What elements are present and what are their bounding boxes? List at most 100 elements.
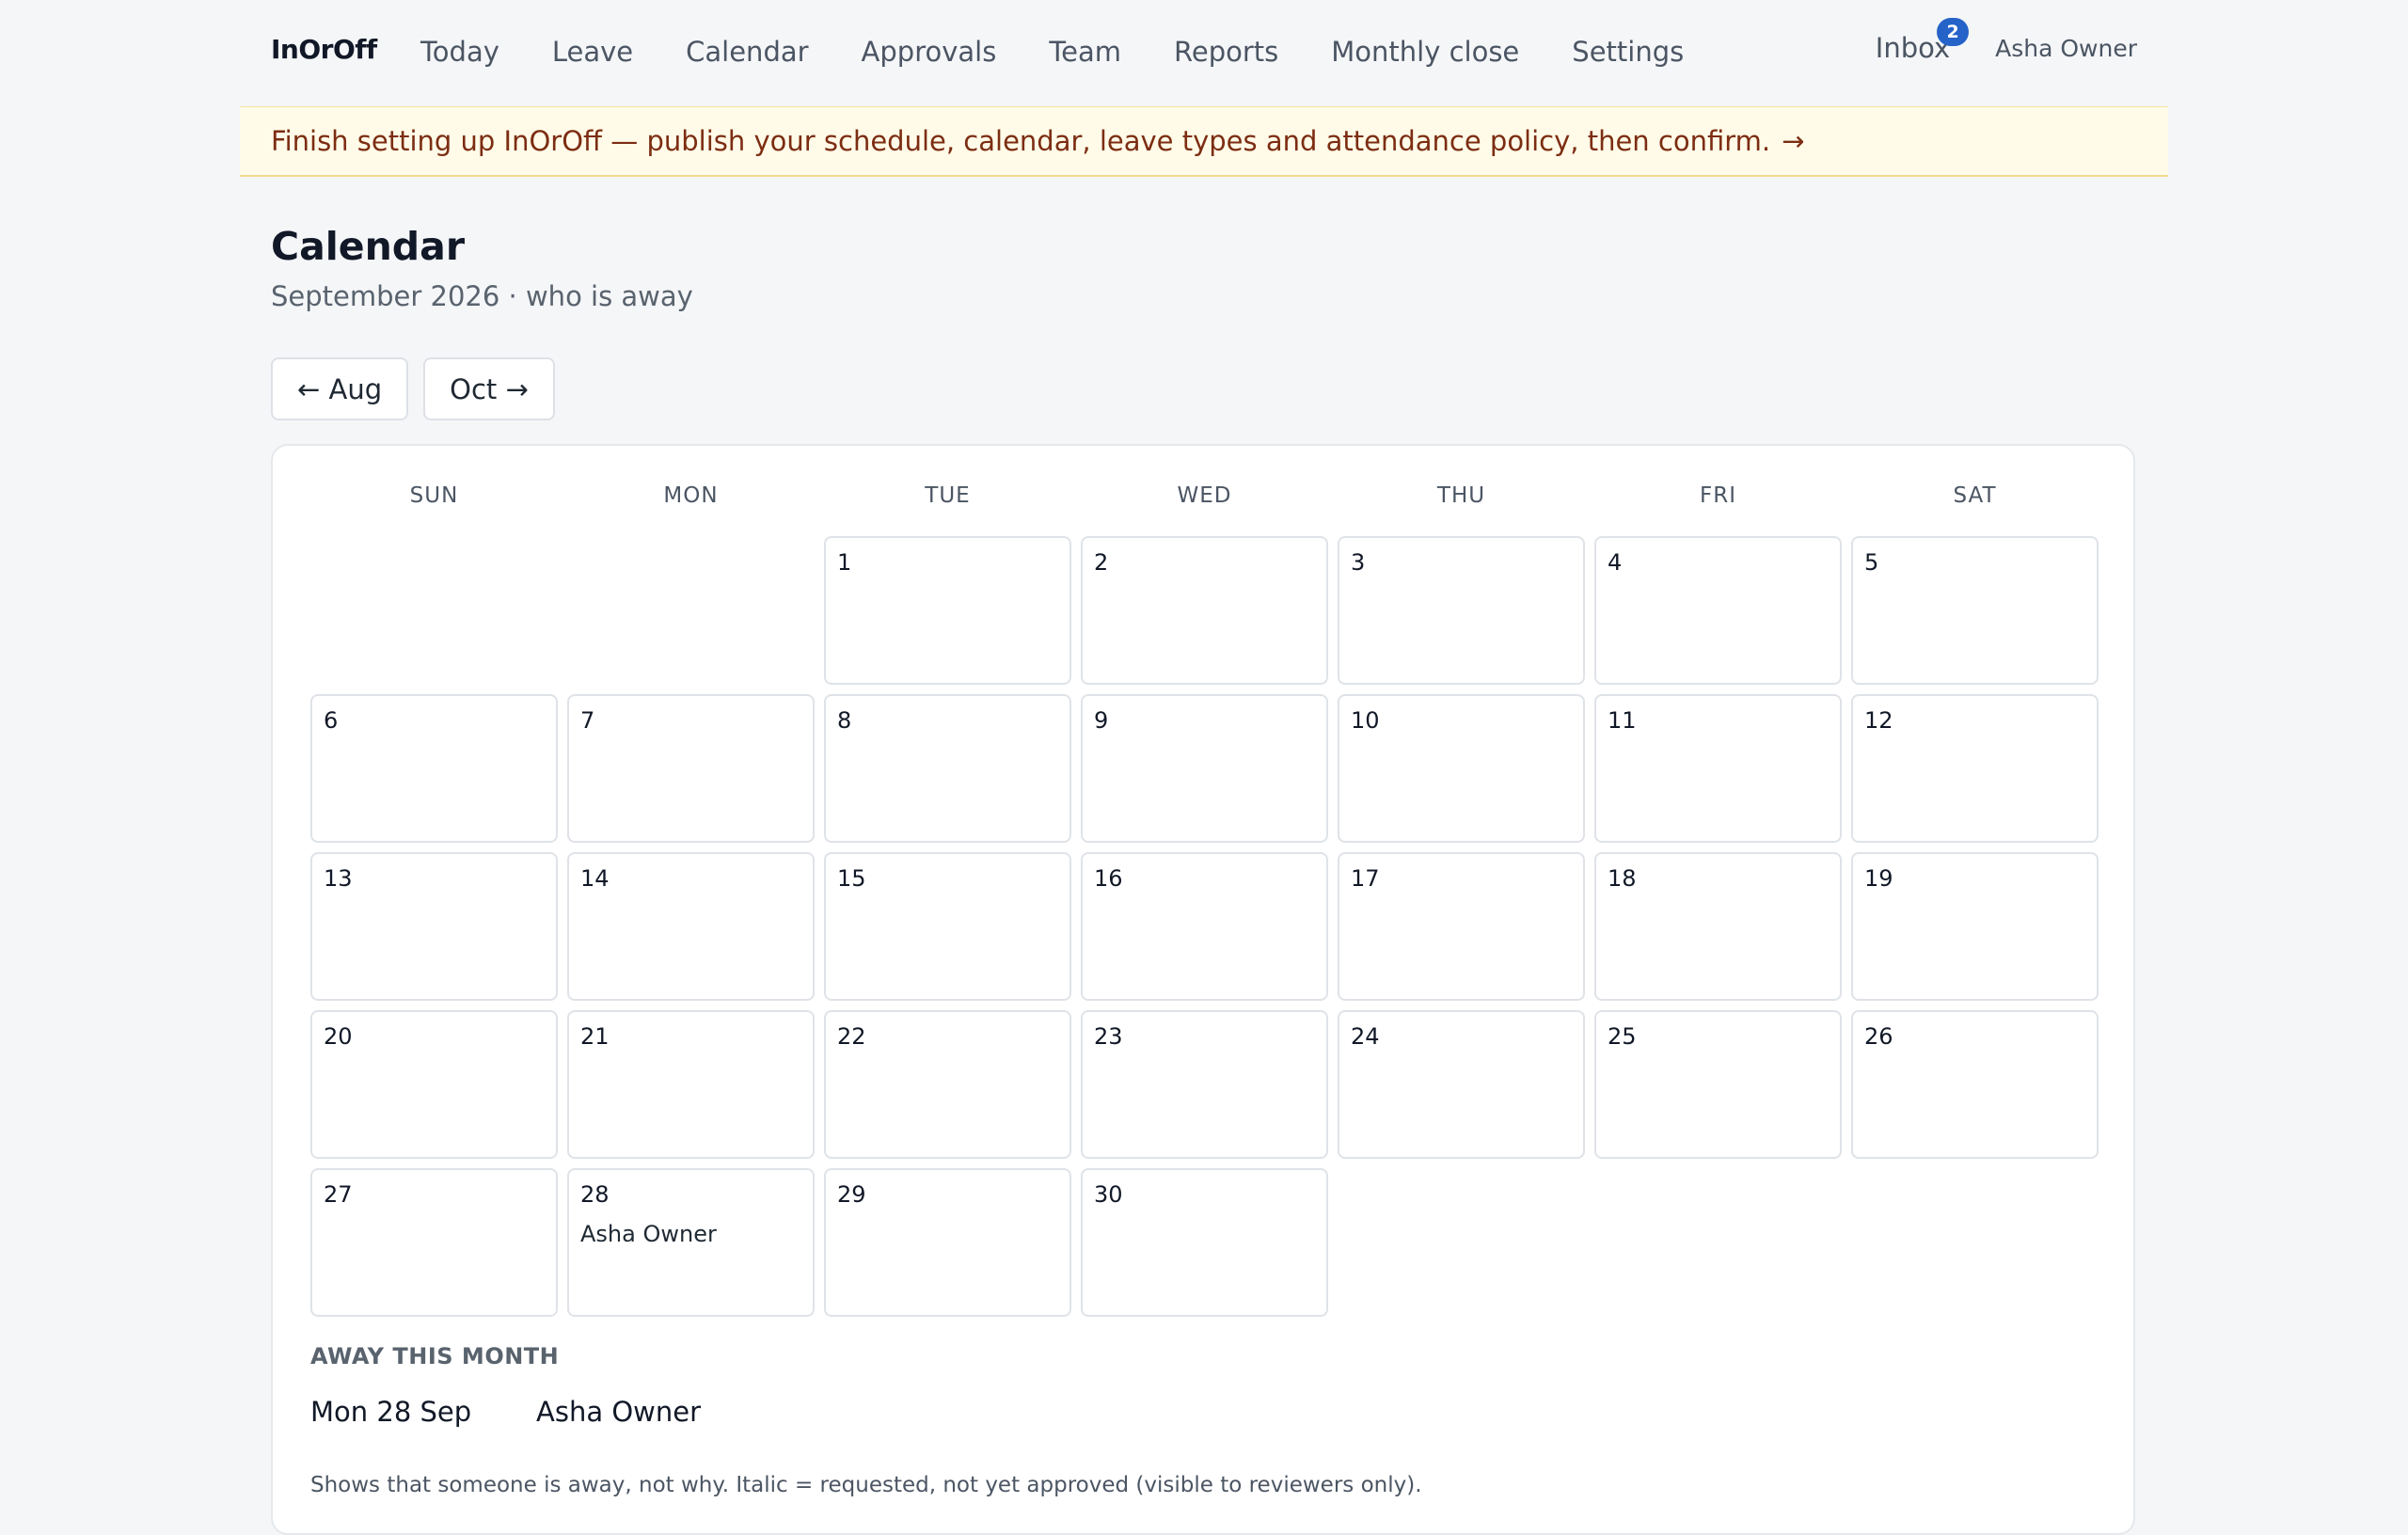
calendar-day-cell[interactable]: 11 — [1594, 694, 1842, 843]
calendar-day-cell[interactable]: 10 — [1338, 694, 1585, 843]
day-number: 16 — [1094, 865, 1123, 892]
away-heading: AWAY THIS MONTH — [310, 1343, 560, 1369]
top-nav: InOrOff Today Leave Calendar Approvals T… — [240, 0, 2168, 106]
away-person-entry: Asha Owner — [580, 1221, 717, 1247]
day-number: 23 — [1094, 1023, 1123, 1050]
calendar-day-cell[interactable]: 27 — [310, 1168, 558, 1317]
inbox-count-badge: 2 — [1937, 18, 1970, 46]
calendar-day-cell[interactable]: 17 — [1338, 852, 1585, 1001]
brand-logo[interactable]: InOrOff — [271, 34, 377, 65]
weekday-header: THU — [1436, 483, 1486, 508]
calendar-day-cell[interactable]: 18 — [1594, 852, 1842, 1001]
calendar-day-cell[interactable]: 6 — [310, 694, 558, 843]
nav-team[interactable]: Team — [1049, 36, 1121, 68]
day-number: 28 — [580, 1181, 610, 1208]
nav-monthly-close[interactable]: Monthly close — [1331, 36, 1519, 68]
nav-today[interactable]: Today — [420, 36, 499, 68]
day-number: 9 — [1094, 707, 1109, 734]
nav-approvals[interactable]: Approvals — [862, 36, 997, 68]
calendar-day-cell[interactable]: 19 — [1851, 852, 2099, 1001]
calendar-day-cell[interactable]: 3 — [1338, 536, 1585, 685]
day-number: 18 — [1608, 865, 1637, 892]
calendar-day-cell[interactable]: 14 — [567, 852, 815, 1001]
calendar-day-cell[interactable]: 2 — [1081, 536, 1328, 685]
calendar-day-cell[interactable]: 5 — [1851, 536, 2099, 685]
day-number: 11 — [1608, 707, 1637, 734]
day-number: 17 — [1351, 865, 1380, 892]
page-subtitle: September 2026 · who is away — [271, 280, 693, 312]
day-number: 1 — [837, 549, 852, 576]
day-number: 5 — [1864, 549, 1879, 576]
day-number: 22 — [837, 1023, 866, 1050]
calendar-day-cell[interactable]: 24 — [1338, 1010, 1585, 1159]
day-number: 29 — [837, 1181, 866, 1208]
day-number: 26 — [1864, 1023, 1893, 1050]
calendar-day-cell[interactable]: 23 — [1081, 1010, 1328, 1159]
day-number: 7 — [580, 707, 595, 734]
next-month-button[interactable]: Oct → — [423, 357, 555, 420]
user-menu[interactable]: Asha Owner — [1995, 35, 2137, 62]
day-number: 13 — [324, 865, 353, 892]
day-number: 4 — [1608, 549, 1623, 576]
weekday-header: SUN — [409, 483, 459, 508]
calendar-day-cell[interactable]: 22 — [824, 1010, 1071, 1159]
nav-calendar[interactable]: Calendar — [686, 36, 808, 68]
day-number: 8 — [837, 707, 852, 734]
nav-right: Inbox 2 Asha Owner — [1876, 18, 2137, 64]
calendar-day-cell[interactable]: 7 — [567, 694, 815, 843]
calendar-day-cell[interactable]: 15 — [824, 852, 1071, 1001]
day-number: 21 — [580, 1023, 610, 1050]
calendar-blank-cell — [567, 536, 815, 685]
calendar-day-cell[interactable]: 8 — [824, 694, 1071, 843]
day-number: 10 — [1351, 707, 1380, 734]
day-number: 19 — [1864, 865, 1893, 892]
day-number: 24 — [1351, 1023, 1380, 1050]
day-number: 15 — [837, 865, 866, 892]
calendar-day-cell[interactable]: 16 — [1081, 852, 1328, 1001]
away-row: Mon 28 Sep Asha Owner — [310, 1396, 701, 1428]
day-number: 3 — [1351, 549, 1366, 576]
calendar-day-cell[interactable]: 12 — [1851, 694, 2099, 843]
nav-settings[interactable]: Settings — [1572, 36, 1684, 68]
setup-banner-text: Finish setting up InOrOff — publish your… — [271, 125, 1771, 157]
day-number: 2 — [1094, 549, 1109, 576]
away-this-month: AWAY THIS MONTH Mon 28 Sep Asha Owner — [310, 1343, 701, 1428]
calendar-day-cell[interactable]: 20 — [310, 1010, 558, 1159]
calendar-day-cell[interactable]: 21 — [567, 1010, 815, 1159]
calendar-day-cell[interactable]: 29 — [824, 1168, 1071, 1317]
weekday-header: MON — [663, 483, 719, 508]
calendar-day-cell[interactable]: 30 — [1081, 1168, 1328, 1317]
calendar-day-cell[interactable]: 28 Asha Owner — [567, 1168, 815, 1317]
day-number: 14 — [580, 865, 610, 892]
day-number: 27 — [324, 1181, 353, 1208]
page: InOrOff Today Leave Calendar Approvals T… — [240, 0, 2168, 1535]
inbox-link[interactable]: Inbox 2 — [1876, 18, 1970, 64]
day-number: 25 — [1608, 1023, 1637, 1050]
calendar-day-cell[interactable]: 25 — [1594, 1010, 1842, 1159]
calendar-footnote: Shows that someone is away, not why. Ita… — [310, 1473, 1422, 1497]
calendar-day-cell[interactable]: 1 — [824, 536, 1071, 685]
day-number: 30 — [1094, 1181, 1123, 1208]
weekday-header: WED — [1177, 483, 1232, 508]
calendar-day-cell[interactable]: 4 — [1594, 536, 1842, 685]
month-nav: ← Aug Oct → — [271, 357, 570, 420]
nav-leave[interactable]: Leave — [552, 36, 633, 68]
calendar-day-cell[interactable]: 9 — [1081, 694, 1328, 843]
away-date: Mon 28 Sep — [310, 1396, 472, 1428]
setup-banner[interactable]: Finish setting up InOrOff — publish your… — [240, 106, 2168, 177]
day-number: 20 — [324, 1023, 353, 1050]
arrow-right-icon: → — [1782, 125, 1805, 157]
away-person: Asha Owner — [536, 1396, 702, 1428]
calendar-day-cell[interactable]: 26 — [1851, 1010, 2099, 1159]
calendar-card: SUN MON TUE WED THU FRI SAT 1 2 3 4 5 6 7 8 9 10 1… — [271, 444, 2135, 1535]
weekday-header: SAT — [1953, 483, 1997, 508]
weekday-header: FRI — [1700, 483, 1736, 508]
day-number: 12 — [1864, 707, 1893, 734]
nav-reports[interactable]: Reports — [1174, 36, 1278, 68]
page-title: Calendar — [271, 224, 466, 269]
prev-month-button[interactable]: ← Aug — [271, 357, 409, 420]
calendar-grid: SUN MON TUE WED THU FRI SAT 1 2 3 4 5 6 7 8 9 10 1… — [310, 483, 2099, 1326]
calendar-blank-cell — [310, 536, 558, 685]
day-number: 6 — [324, 707, 339, 734]
calendar-day-cell[interactable]: 13 — [310, 852, 558, 1001]
